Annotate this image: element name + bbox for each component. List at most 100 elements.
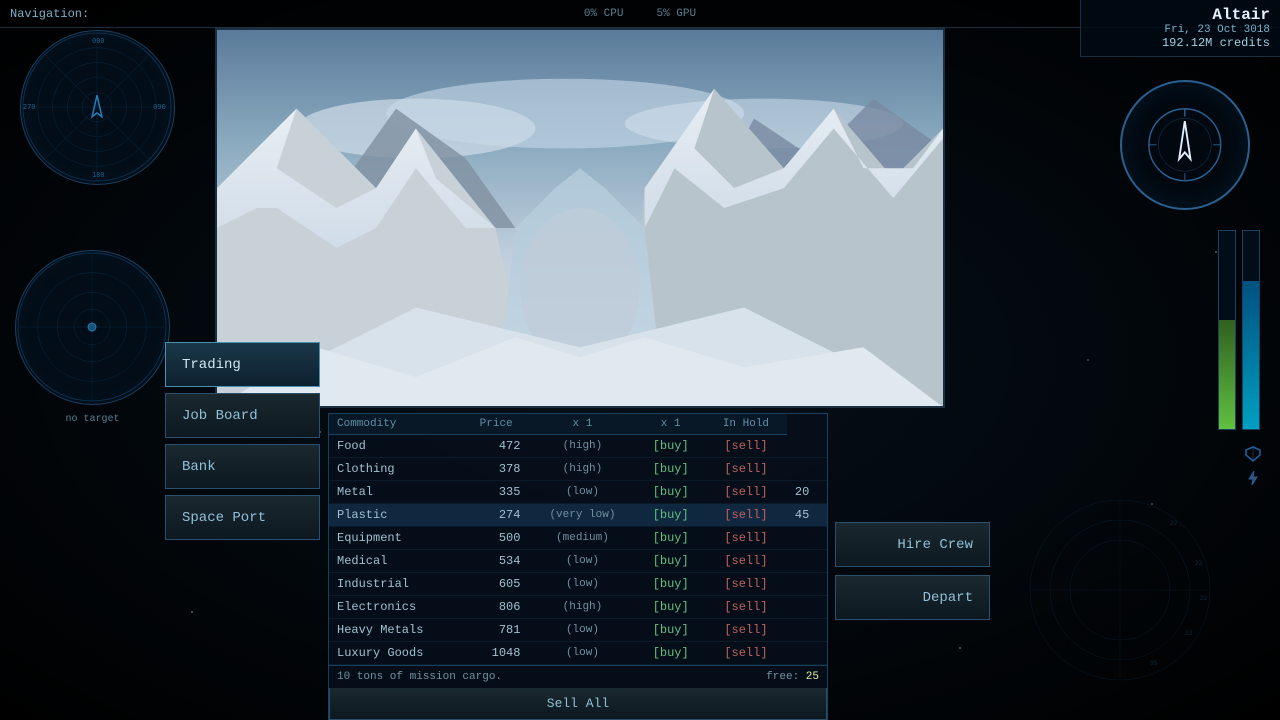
table-row[interactable]: Electronics806(high)[buy][sell]	[329, 596, 827, 619]
price-cell: 378	[464, 458, 529, 481]
table-row[interactable]: Industrial605(low)[buy][sell]	[329, 573, 827, 596]
cpu-stat: 0% CPU	[584, 8, 624, 20]
table-row[interactable]: Medical534(low)[buy][sell]	[329, 550, 827, 573]
hire-crew-button[interactable]: Hire Crew	[835, 522, 990, 567]
buy-cell[interactable]: [buy]	[636, 619, 705, 642]
radar-circle-bottom	[15, 250, 170, 405]
sell-cell[interactable]: [sell]	[705, 504, 787, 527]
col-price: Price	[464, 414, 529, 435]
quality-cell: (low)	[528, 481, 636, 504]
buy-cell[interactable]: [buy]	[636, 596, 705, 619]
quality-cell: (low)	[528, 642, 636, 665]
quality-cell: (high)	[528, 596, 636, 619]
price-cell: 1048	[464, 642, 529, 665]
commodity-cell: Equipment	[329, 527, 464, 550]
nav-image	[217, 30, 943, 406]
no-target-label: no target	[65, 414, 119, 425]
mission-cargo-text: 10 tons of mission cargo.	[337, 671, 502, 683]
free-label: free:	[766, 671, 799, 683]
col-sell: x 1	[636, 414, 705, 435]
fuel-gauge-2	[1218, 230, 1236, 430]
hold-cell	[787, 642, 827, 665]
commodity-cell: Metal	[329, 481, 464, 504]
hold-cell	[787, 550, 827, 573]
fuel-gauge-1	[1242, 230, 1260, 430]
svg-text:090: 090	[153, 103, 165, 111]
tech-deco: 22 23 22 23 05	[1020, 490, 1220, 690]
price-cell: 500	[464, 527, 529, 550]
table-row[interactable]: Luxury Goods1048(low)[buy][sell]	[329, 642, 827, 665]
hold-cell	[787, 458, 827, 481]
svg-text:05: 05	[1150, 660, 1158, 667]
indicator-icons	[1244, 445, 1262, 487]
buy-cell[interactable]: [buy]	[636, 573, 705, 596]
trade-table-body: Food472(high)[buy][sell]Clothing378(high…	[329, 435, 827, 665]
svg-text:270: 270	[23, 103, 35, 111]
sell-cell[interactable]: [sell]	[705, 527, 787, 550]
commodity-cell: Heavy Metals	[329, 619, 464, 642]
col-commodity: Commodity	[329, 414, 464, 435]
buy-cell[interactable]: [buy]	[636, 550, 705, 573]
quality-cell: (low)	[528, 619, 636, 642]
gpu-stat: 5% GPU	[657, 8, 697, 20]
nav-buttons: Trading Job Board Bank Space Port	[165, 342, 320, 540]
hold-cell: 45	[787, 504, 827, 527]
svg-text:23: 23	[1185, 630, 1193, 637]
svg-text:22: 22	[1170, 520, 1178, 527]
buy-cell[interactable]: [buy]	[636, 642, 705, 665]
quality-cell: (medium)	[528, 527, 636, 550]
free-label-value: free: 25	[766, 671, 819, 683]
hold-cell	[787, 527, 827, 550]
bolt-icon	[1244, 469, 1262, 487]
table-row[interactable]: Food472(high)[buy][sell]	[329, 435, 827, 458]
space-port-button[interactable]: Space Port	[165, 495, 320, 540]
bank-button[interactable]: Bank	[165, 444, 320, 489]
table-row[interactable]: Equipment500(medium)[buy][sell]	[329, 527, 827, 550]
quality-cell: (low)	[528, 573, 636, 596]
sell-cell[interactable]: [sell]	[705, 596, 787, 619]
depart-button[interactable]: Depart	[835, 575, 990, 620]
table-row[interactable]: Plastic274(very low)[buy][sell]45	[329, 504, 827, 527]
trading-button[interactable]: Trading	[165, 342, 320, 387]
sell-cell[interactable]: [sell]	[705, 550, 787, 573]
sell-cell[interactable]: [sell]	[705, 642, 787, 665]
svg-text:180: 180	[92, 171, 104, 179]
hold-cell: 20	[787, 481, 827, 504]
price-cell: 534	[464, 550, 529, 573]
commodity-cell: Food	[329, 435, 464, 458]
commodity-cell: Luxury Goods	[329, 642, 464, 665]
current-date: Fri, 23 Oct 3018	[1091, 24, 1270, 36]
sell-cell[interactable]: [sell]	[705, 619, 787, 642]
svg-text:22: 22	[1200, 595, 1208, 602]
quality-cell: (low)	[528, 550, 636, 573]
sell-cell[interactable]: [sell]	[705, 481, 787, 504]
buy-cell[interactable]: [buy]	[636, 527, 705, 550]
perf-stats: 0% CPU 5% GPU	[584, 8, 696, 20]
sell-cell[interactable]: [sell]	[705, 458, 787, 481]
radar-circle-top: 000 180 270 090	[20, 30, 175, 185]
buy-cell[interactable]: [buy]	[636, 504, 705, 527]
svg-text:000: 000	[92, 37, 104, 45]
radar-bottom: no target	[15, 250, 170, 405]
svg-text:23: 23	[1195, 560, 1203, 567]
hold-cell	[787, 435, 827, 458]
buy-cell[interactable]: [buy]	[636, 435, 705, 458]
table-row[interactable]: Metal335(low)[buy][sell]20	[329, 481, 827, 504]
table-row[interactable]: Heavy Metals781(low)[buy][sell]	[329, 619, 827, 642]
action-buttons: Hire Crew Depart	[835, 522, 990, 620]
price-cell: 274	[464, 504, 529, 527]
trade-table: Commodity Price x 1 x 1 In Hold Food472(…	[329, 414, 827, 665]
table-row[interactable]: Clothing378(high)[buy][sell]	[329, 458, 827, 481]
commodity-cell: Clothing	[329, 458, 464, 481]
col-inhold: In Hold	[705, 414, 787, 435]
sell-cell[interactable]: [sell]	[705, 573, 787, 596]
credits-display: 192.12M credits	[1091, 36, 1270, 50]
job-board-button[interactable]: Job Board	[165, 393, 320, 438]
sell-all-button[interactable]: Sell All	[329, 688, 827, 720]
fuel-fill-1	[1243, 281, 1259, 430]
info-panel: Altair Fri, 23 Oct 3018 192.12M credits	[1080, 0, 1280, 57]
buy-cell[interactable]: [buy]	[636, 481, 705, 504]
buy-cell[interactable]: [buy]	[636, 458, 705, 481]
radar-top: 000 180 270 090	[20, 30, 175, 185]
sell-cell[interactable]: [sell]	[705, 435, 787, 458]
